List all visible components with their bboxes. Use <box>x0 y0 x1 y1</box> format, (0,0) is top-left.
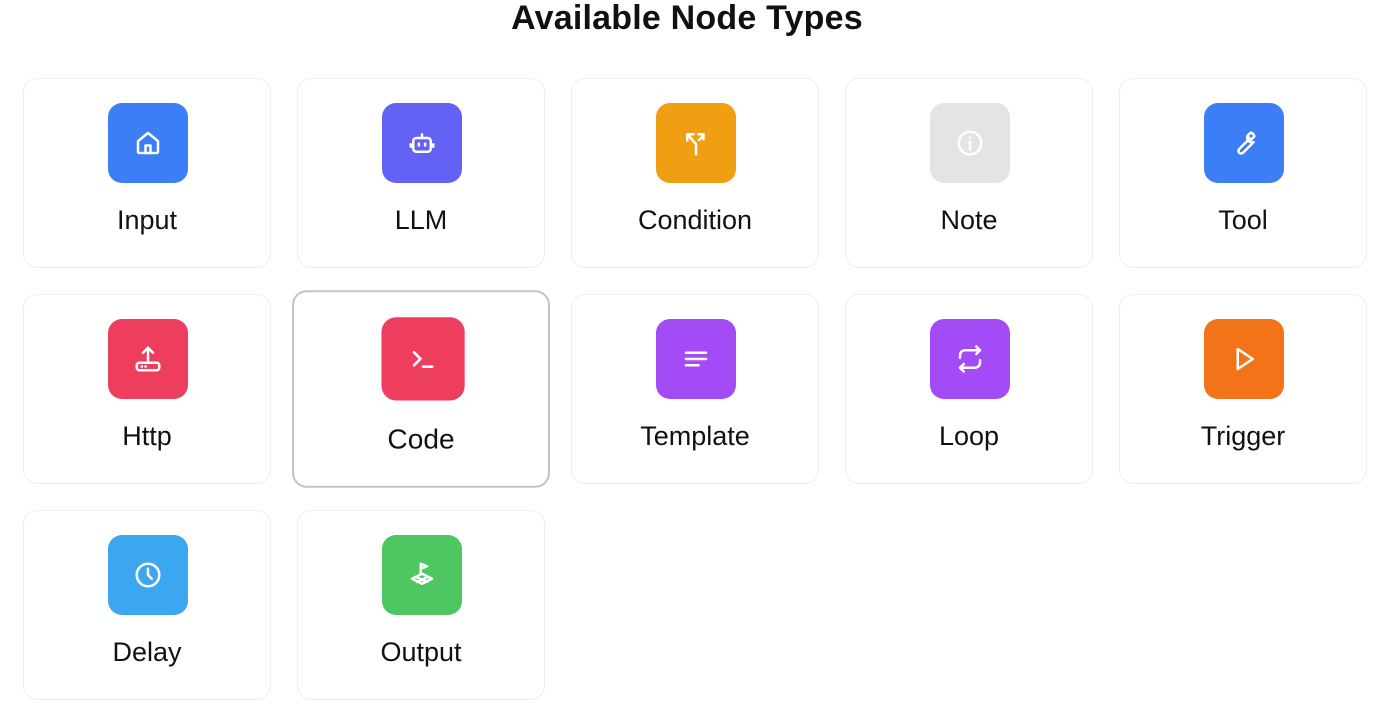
node-card-tool[interactable]: Tool <box>1119 78 1367 268</box>
node-card-trigger[interactable]: Trigger <box>1119 294 1367 484</box>
node-icon-tile <box>930 319 1010 399</box>
node-card-llm[interactable]: LLM <box>297 78 545 268</box>
node-label: Trigger <box>1200 421 1286 451</box>
node-label: Tool <box>1218 205 1268 235</box>
bot-icon <box>409 133 435 153</box>
node-icon-tile <box>930 103 1010 183</box>
home-icon <box>136 131 160 155</box>
node-label: Output <box>380 637 462 667</box>
node-icon-tile <box>656 319 736 399</box>
node-icon-tile <box>382 535 462 615</box>
node-card-loop[interactable]: Loop <box>845 294 1093 484</box>
node-card-code[interactable]: Code <box>292 290 550 488</box>
node-icon-tile <box>1204 319 1284 399</box>
node-label: Template <box>640 421 750 451</box>
node-card-template[interactable]: Template <box>571 294 819 484</box>
node-icon-tile <box>656 103 736 183</box>
play-icon <box>1236 347 1254 371</box>
node-label: Condition <box>637 205 753 235</box>
node-label: Input <box>116 205 178 235</box>
node-label: Code <box>387 423 455 455</box>
node-label: Note <box>940 205 998 235</box>
node-icon-tile <box>381 317 465 401</box>
node-card-delay[interactable]: Delay <box>23 510 271 700</box>
node-card-http[interactable]: Http <box>23 294 271 484</box>
node-label: Http <box>122 421 172 451</box>
page-title: Available Node Types <box>511 0 863 37</box>
node-icon-tile <box>1204 103 1284 183</box>
text-lines-icon <box>684 351 708 367</box>
node-card-output[interactable]: Output <box>297 510 545 700</box>
node-icon-tile <box>108 319 188 399</box>
node-icon-tile <box>108 535 188 615</box>
clock-icon <box>135 562 161 588</box>
node-icon-tile <box>382 103 462 183</box>
flag-icon <box>410 562 434 585</box>
node-label: Loop <box>938 421 1000 451</box>
repeat-icon <box>958 345 982 373</box>
node-label: LLM <box>394 205 448 235</box>
terminal-icon <box>412 351 434 368</box>
node-card-note[interactable]: Note <box>845 78 1093 268</box>
node-card-condition[interactable]: Condition <box>571 78 819 268</box>
info-icon <box>957 130 983 156</box>
node-card-input[interactable]: Input <box>23 78 271 268</box>
node-icon-tile <box>108 103 188 183</box>
node-label: Delay <box>112 637 182 667</box>
node-type-grid: Input LLM Condition Note Tool Http Code … <box>23 78 1367 700</box>
upload-icon <box>135 346 161 372</box>
split-icon <box>686 133 705 156</box>
wrench-icon <box>1237 131 1256 155</box>
